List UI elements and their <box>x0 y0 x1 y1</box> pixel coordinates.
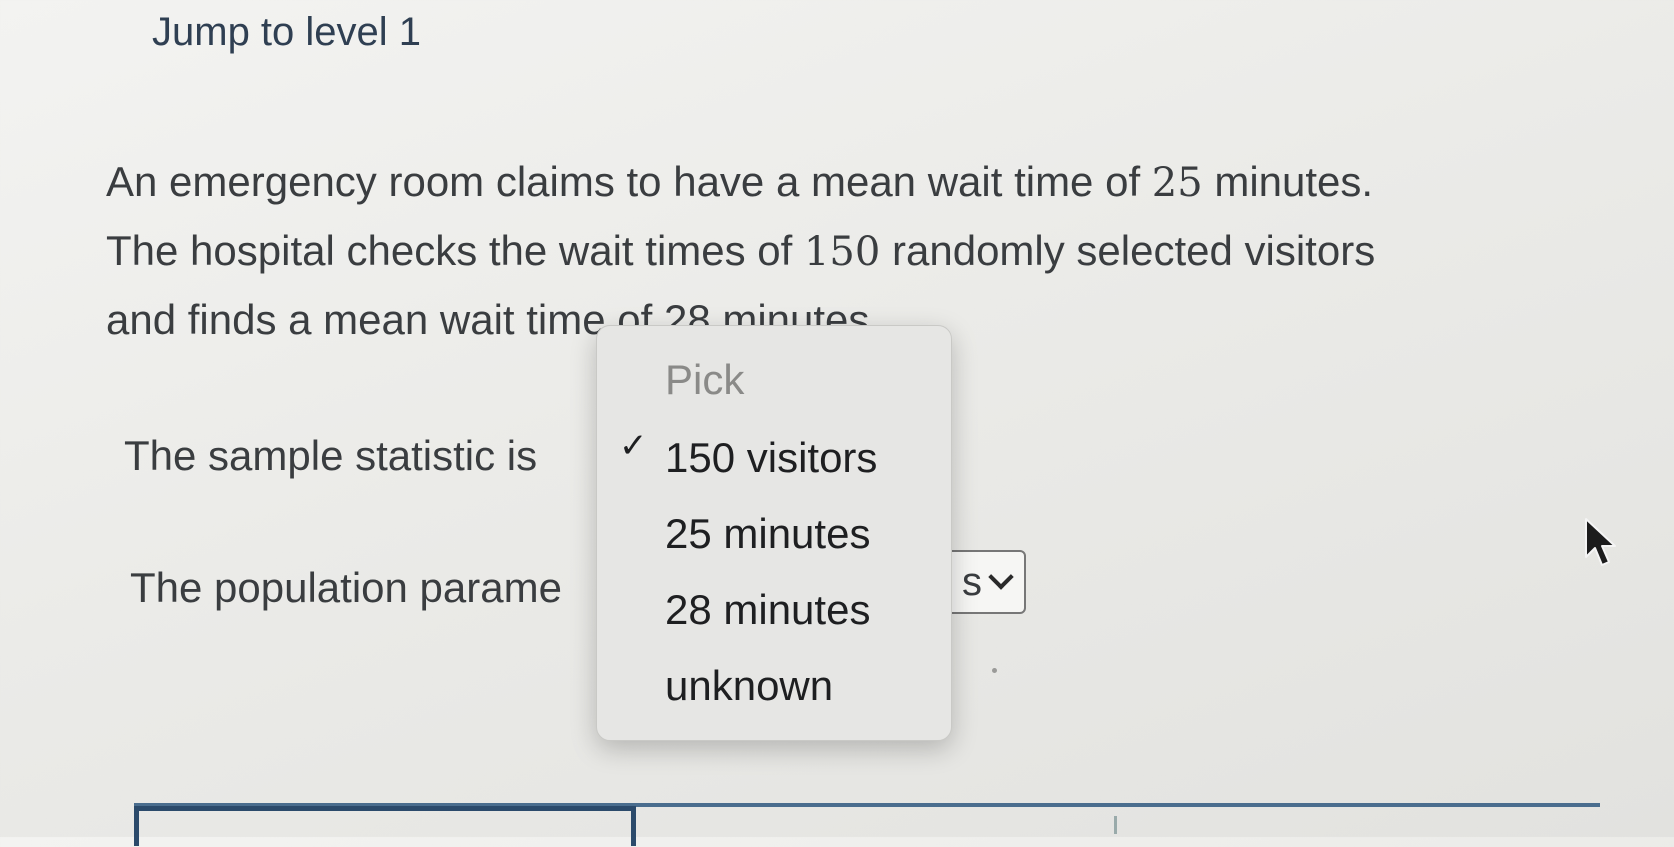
mouse-cursor-icon <box>1585 518 1616 566</box>
problem-line-1: An emergency room claims to have a mean … <box>106 158 1374 206</box>
population-parameter-label: The population parame <box>130 564 562 611</box>
jump-to-level-link[interactable]: Jump to level 1 <box>152 10 421 55</box>
sample-statistic-label: The sample statistic is <box>124 432 538 479</box>
problem-statement: An emergency room claims to have a mean … <box>106 148 1586 354</box>
dropdown-option-150-visitors[interactable]: 150 visitors <box>665 434 877 482</box>
dropdown-option-unknown[interactable]: unknown <box>665 662 833 710</box>
dropdown-option-25-minutes[interactable]: 25 minutes <box>665 510 870 558</box>
problem-line-2: The hospital checks the wait times of 15… <box>106 227 1376 275</box>
dropdown-option-28-minutes[interactable]: 28 minutes <box>665 586 870 634</box>
small-dot <box>992 668 997 673</box>
population-select-value: s <box>962 559 982 604</box>
bottom-divider <box>1114 816 1117 834</box>
check-icon: ✓ <box>619 427 648 465</box>
dropdown-placeholder-pick: Pick <box>665 356 745 403</box>
chevron-down-icon <box>988 564 1014 590</box>
sample-statistic-dropdown-menu[interactable]: Pick ✓ 150 visitors 25 minutes 28 minute… <box>596 325 952 741</box>
bottom-input-box[interactable] <box>134 806 636 846</box>
